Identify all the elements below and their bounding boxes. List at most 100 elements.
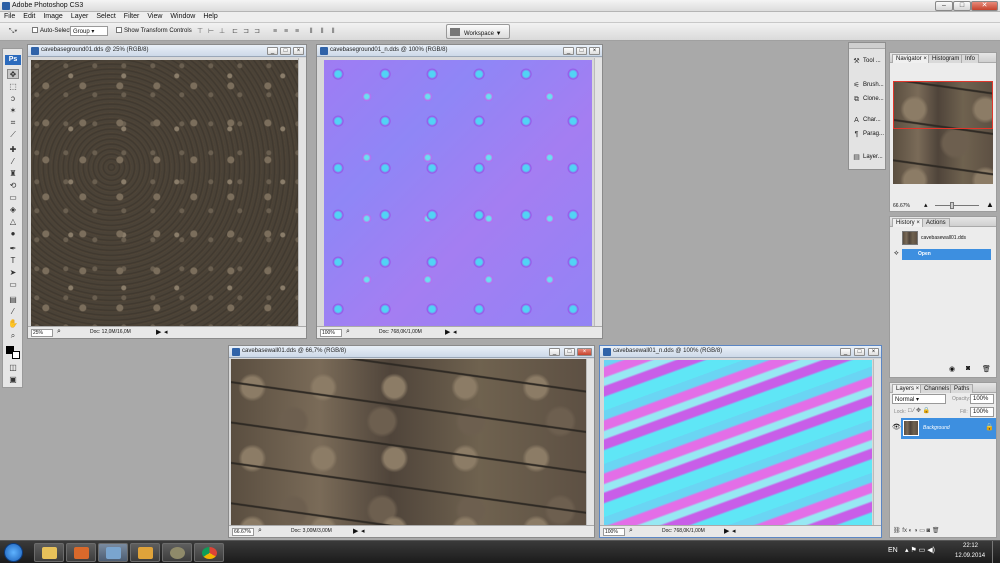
navigator-zoom-in-icon[interactable]: ▲: [986, 200, 994, 209]
document-title-bar[interactable]: cavebaseground01_n.dds @ 100% (RGB/8) _ …: [317, 45, 602, 57]
shape-tool-icon[interactable]: ▭: [7, 280, 19, 290]
crop-tool-icon[interactable]: ⌗: [7, 118, 19, 128]
doc-maximize-button[interactable]: □: [576, 47, 587, 55]
zoom-tool-icon[interactable]: ⌕: [7, 331, 19, 341]
vertical-scrollbar[interactable]: [298, 58, 306, 326]
menu-image[interactable]: Image: [39, 12, 66, 20]
navigator-view-box[interactable]: [893, 81, 993, 129]
vertical-scrollbar[interactable]: [586, 359, 594, 525]
taskbar-app[interactable]: [130, 543, 160, 562]
doc-close-button[interactable]: ×: [868, 348, 879, 356]
document-window-wall-normal[interactable]: cavebasewall01_n.dds @ 100% (RGB/8) _ □ …: [599, 345, 882, 538]
path-selection-tool-icon[interactable]: ➤: [7, 268, 19, 278]
history-snapshot-label[interactable]: cavebasewall01.dds: [921, 235, 966, 241]
taskbar-photoshop[interactable]: [98, 543, 128, 562]
eraser-tool-icon[interactable]: ▭: [7, 193, 19, 203]
paint-bucket-tool-icon[interactable]: ◈: [7, 205, 19, 215]
scroll-left-icon[interactable]: ◂: [164, 328, 168, 336]
zoom-field[interactable]: 100%: [603, 528, 625, 536]
hand-tool-icon[interactable]: ✋: [7, 319, 19, 329]
document-title-bar[interactable]: cavebasewall01.dds @ 66,7% (RGB/8) _ □ ×: [229, 346, 594, 358]
tab-histogram[interactable]: Histogram: [928, 54, 964, 63]
dodge-tool-icon[interactable]: ●: [7, 229, 19, 239]
layer-footer-icons[interactable]: ⛓ fx ◐ ◑ ▭ ◙ 🗑: [893, 527, 939, 534]
zoom-field[interactable]: 66.67%: [232, 528, 254, 536]
menu-edit[interactable]: Edit: [19, 12, 39, 20]
doc-maximize-button[interactable]: □: [564, 348, 575, 356]
doc-minimize-button[interactable]: _: [563, 47, 574, 55]
menu-file[interactable]: File: [0, 12, 19, 20]
lasso-tool-icon[interactable]: ↄ: [7, 94, 19, 104]
taskbar-media-player[interactable]: [66, 543, 96, 562]
zoom-out-icon[interactable]: ⌕: [57, 328, 61, 336]
document-title-bar[interactable]: cavebasewall01_n.dds @ 100% (RGB/8) _ □ …: [600, 346, 881, 358]
menu-select[interactable]: Select: [92, 12, 119, 20]
minimize-button[interactable]: –: [935, 1, 953, 11]
vertical-scrollbar[interactable]: [594, 58, 602, 326]
dock-grip[interactable]: [849, 43, 885, 49]
tool-presets-button[interactable]: ⚒ Tool ...: [849, 55, 885, 69]
healing-brush-tool-icon[interactable]: ✚: [7, 145, 19, 155]
layer-visibility-eye-icon[interactable]: 👁: [892, 423, 901, 431]
align-bottom-icon[interactable]: ⊥: [217, 27, 227, 36]
eyedropper-tool-icon[interactable]: ⁄: [7, 307, 19, 317]
clone-source-button[interactable]: ⧉ Clone...: [849, 93, 885, 107]
marquee-tool-icon[interactable]: ⬚: [7, 82, 19, 92]
layer-comps-button[interactable]: ▤ Layer...: [849, 151, 885, 165]
history-brush-source-icon[interactable]: ⟡: [894, 250, 899, 258]
show-transform-controls-checkbox[interactable]: Show Transform Controls: [116, 27, 192, 34]
doc-close-button[interactable]: ×: [589, 47, 600, 55]
background-color-swatch[interactable]: [12, 351, 20, 359]
fill-field[interactable]: 100%: [970, 407, 994, 417]
zoom-field[interactable]: 25%: [31, 329, 53, 337]
document-title-bar[interactable]: cavebaseground01.dds @ 25% (RGB/8) _ □ ×: [28, 45, 306, 57]
tab-actions[interactable]: Actions: [922, 218, 950, 227]
clone-stamp-tool-icon[interactable]: ♜: [7, 169, 19, 179]
menu-help[interactable]: Help: [199, 12, 221, 20]
history-brush-tool-icon[interactable]: ⟲: [7, 181, 19, 191]
history-state-open[interactable]: Open: [902, 249, 991, 260]
magic-wand-tool-icon[interactable]: ✶: [7, 106, 19, 116]
new-snapshot-icon[interactable]: ◙: [966, 365, 970, 372]
clock-date[interactable]: 12.09.2014: [955, 553, 985, 559]
scroll-left-icon[interactable]: ◂: [732, 527, 736, 535]
distribute-left-icon[interactable]: ⦀: [306, 27, 316, 36]
doc-minimize-button[interactable]: _: [840, 348, 851, 356]
doc-minimize-button[interactable]: _: [549, 348, 560, 356]
new-document-from-state-icon[interactable]: ◉: [949, 365, 955, 373]
blur-tool-icon[interactable]: △: [7, 217, 19, 227]
doc-maximize-button[interactable]: □: [280, 47, 291, 55]
navigator-zoom-thumb[interactable]: [950, 202, 954, 209]
tab-layers[interactable]: Layers ×: [892, 384, 924, 393]
align-hcenter-icon[interactable]: ⊐: [241, 27, 251, 36]
scroll-left-icon[interactable]: ◂: [453, 328, 457, 336]
type-tool-icon[interactable]: T: [7, 256, 19, 266]
clock-time[interactable]: 22:12: [963, 543, 978, 549]
tab-history[interactable]: History ×: [892, 218, 924, 227]
menu-filter[interactable]: Filter: [120, 12, 144, 20]
status-menu-arrow-icon[interactable]: ▶: [156, 328, 161, 336]
screen-mode-icon[interactable]: ▣: [7, 375, 19, 385]
auto-select-checkbox[interactable]: Auto-Select:: [32, 27, 73, 34]
canvas-wall-normal-map[interactable]: [604, 360, 872, 526]
doc-minimize-button[interactable]: _: [267, 47, 278, 55]
character-button[interactable]: A Char...: [849, 114, 885, 128]
taskbar-chrome[interactable]: [194, 543, 224, 562]
close-button[interactable]: ✕: [971, 1, 998, 11]
slice-tool-icon[interactable]: ⟋: [7, 130, 19, 140]
taskbar-explorer[interactable]: [34, 543, 64, 562]
doc-close-button[interactable]: ×: [293, 47, 304, 55]
menu-window[interactable]: Window: [166, 12, 199, 20]
blend-mode-dropdown[interactable]: Normal ▾: [892, 394, 946, 404]
document-window-wall[interactable]: cavebasewall01.dds @ 66,7% (RGB/8) _ □ ×…: [228, 345, 595, 538]
align-right-icon[interactable]: ⊐: [252, 27, 262, 36]
layer-row-background[interactable]: Background 🔒: [901, 418, 996, 439]
move-tool-preset-icon[interactable]: ⤡▾: [6, 27, 20, 36]
lock-icons[interactable]: □ ⁄ ✥ 🔒: [908, 407, 930, 414]
notes-tool-icon[interactable]: ▤: [7, 295, 19, 305]
zoom-out-icon[interactable]: ⌕: [346, 328, 350, 336]
distribute-vcenter-icon[interactable]: ≡: [281, 27, 291, 36]
zoom-out-icon[interactable]: ⌕: [629, 527, 633, 535]
status-menu-arrow-icon[interactable]: ▶: [353, 527, 358, 535]
show-desktop-button[interactable]: [992, 541, 1000, 563]
